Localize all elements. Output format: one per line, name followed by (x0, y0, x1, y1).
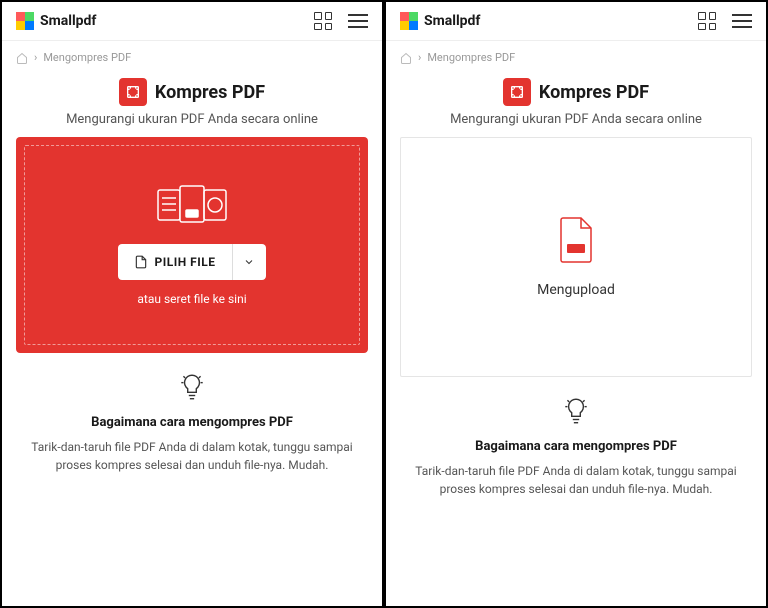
apps-grid-icon[interactable] (698, 12, 716, 30)
apps-grid-icon[interactable] (314, 12, 332, 30)
home-icon[interactable] (16, 52, 28, 64)
page-title: Kompres PDF (155, 82, 265, 103)
breadcrumb-sep: › (34, 51, 37, 64)
header-actions (314, 12, 368, 30)
title-block: Kompres PDF Mengurangi ukuran PDF Anda s… (386, 64, 766, 137)
page-subtitle: Mengurangi ukuran PDF Anda secara online (404, 112, 748, 127)
file-pick-icon (134, 255, 148, 269)
howto-text: Tarik-dan-taruh file PDF Anda di dalam k… (414, 462, 738, 498)
breadcrumb: › Mengompres PDF (2, 41, 382, 64)
screenshot-left: Smallpdf › Mengompres PDF Kompres PDF Me… (0, 0, 384, 608)
breadcrumb-item[interactable]: Mengompres PDF (427, 51, 515, 64)
chevron-down-icon (243, 256, 255, 268)
choose-file-button[interactable]: PILIH FILE (118, 244, 231, 280)
page-subtitle: Mengurangi ukuran PDF Anda secara online (20, 112, 364, 127)
lightbulb-icon (563, 397, 589, 427)
title-block: Kompres PDF Mengurangi ukuran PDF Anda s… (2, 64, 382, 137)
breadcrumb-item[interactable]: Mengompres PDF (43, 51, 131, 64)
upload-status-panel: PDF Mengupload (400, 137, 752, 377)
breadcrumb-sep: › (418, 51, 421, 64)
pdf-document-icon: PDF (557, 216, 595, 268)
header-actions (698, 12, 752, 30)
howto-section: Bagaimana cara mengompres PDF Tarik-dan-… (2, 353, 382, 486)
header: Smallpdf (386, 2, 766, 41)
logo[interactable]: Smallpdf (16, 12, 96, 30)
breadcrumb: › Mengompres PDF (386, 41, 766, 64)
logo-icon (400, 12, 418, 30)
brand-name: Smallpdf (40, 13, 96, 29)
hamburger-menu-icon[interactable] (348, 14, 368, 28)
page-title: Kompres PDF (539, 82, 649, 103)
file-dropzone[interactable]: PILIH FILE atau seret file ke sini (16, 137, 368, 353)
howto-text: Tarik-dan-taruh file PDF Anda di dalam k… (30, 438, 354, 474)
compress-pdf-icon (503, 78, 531, 106)
howto-title: Bagaimana cara mengompres PDF (414, 439, 738, 454)
choose-file-dropdown[interactable] (232, 244, 266, 280)
screenshot-right: Smallpdf › Mengompres PDF Kompres PDF Me… (384, 0, 768, 608)
logo-icon (16, 12, 34, 30)
choose-file-label: PILIH FILE (154, 255, 215, 269)
svg-text:PDF: PDF (570, 247, 582, 253)
header: Smallpdf (2, 2, 382, 41)
brand-name: Smallpdf (424, 13, 480, 29)
choose-file-group: PILIH FILE (118, 244, 265, 280)
howto-title: Bagaimana cara mengompres PDF (30, 415, 354, 430)
upload-status-label: Mengupload (537, 282, 615, 298)
dropzone-hint: atau seret file ke sini (137, 292, 246, 306)
compress-pdf-icon (119, 78, 147, 106)
lightbulb-icon (179, 373, 205, 403)
howto-section: Bagaimana cara mengompres PDF Tarik-dan-… (386, 377, 766, 510)
documents-illustration-icon (152, 184, 232, 232)
home-icon[interactable] (400, 52, 412, 64)
hamburger-menu-icon[interactable] (732, 14, 752, 28)
logo[interactable]: Smallpdf (400, 12, 480, 30)
